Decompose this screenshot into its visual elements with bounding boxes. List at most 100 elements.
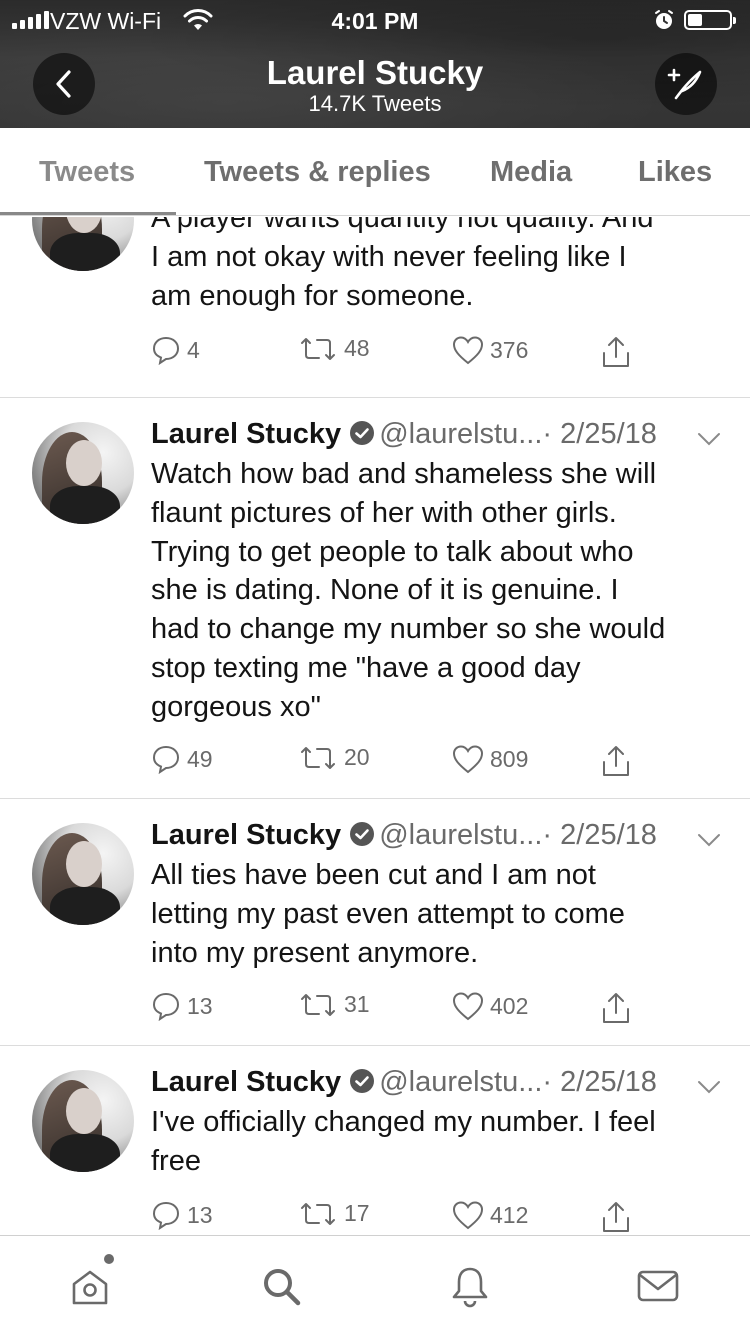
- bottom-tab-bar: [0, 1235, 750, 1334]
- reply-count: 13: [187, 992, 213, 1019]
- share-icon: [603, 746, 629, 776]
- avatar[interactable]: [32, 823, 134, 925]
- avatar[interactable]: [32, 1070, 134, 1172]
- tweet-count: 14.7K Tweets: [308, 91, 442, 116]
- alarm-clock-icon: [655, 10, 673, 29]
- like-count: 402: [490, 992, 529, 1019]
- author-name[interactable]: Laurel Stucky: [151, 1066, 341, 1098]
- search-icon[interactable]: [259, 1264, 303, 1308]
- messages-envelope-icon[interactable]: [636, 1264, 680, 1308]
- heart-icon: [452, 1201, 484, 1230]
- status-bar: VZW Wi-Fi 4:01 PM: [0, 0, 750, 40]
- profile-name-title: Laurel Stucky: [266, 54, 484, 91]
- compose-tweet-icon: [667, 68, 702, 100]
- retweet-icon: [301, 993, 335, 1016]
- tweet-actions: 13 17 412: [151, 1200, 711, 1235]
- tweet-item[interactable]: A player wants quantity not quality. And…: [0, 217, 750, 398]
- author-handle[interactable]: @laurelstu...: [379, 819, 542, 851]
- share-button[interactable]: [600, 1200, 632, 1234]
- reply-button[interactable]: 13: [151, 1200, 213, 1230]
- share-button[interactable]: [600, 744, 632, 778]
- reply-count: 49: [187, 745, 213, 772]
- reply-button[interactable]: 13: [151, 991, 213, 1021]
- retweet-button[interactable]: 20: [298, 744, 370, 771]
- author-handle[interactable]: @laurelstu...: [379, 418, 542, 450]
- tab-media[interactable]: Media: [490, 156, 572, 189]
- chevron-down-icon[interactable]: [697, 833, 721, 847]
- like-button[interactable]: 376: [452, 335, 528, 365]
- tweet-feed[interactable]: A player wants quantity not quality. And…: [0, 217, 750, 1235]
- reply-icon: [152, 336, 180, 365]
- heart-icon: [452, 336, 484, 365]
- share-icon: [603, 337, 629, 367]
- tweet-date: · 2/25/18: [542, 819, 657, 851]
- tweet-text: All ties have been cut and I am not lett…: [151, 859, 625, 969]
- like-button[interactable]: 412: [452, 1200, 528, 1230]
- tab-likes[interactable]: Likes: [638, 156, 712, 189]
- retweet-icon: [301, 1202, 335, 1225]
- verified-badge-icon: [350, 1069, 375, 1093]
- author-name[interactable]: Laurel Stucky: [151, 819, 341, 851]
- home-icon[interactable]: [68, 1264, 112, 1308]
- chevron-down-icon[interactable]: [697, 1080, 721, 1094]
- tweet-date: · 2/25/18: [542, 418, 657, 450]
- author-handle[interactable]: @laurelstu...: [379, 1066, 542, 1098]
- avatar[interactable]: [32, 217, 134, 271]
- tweet-item[interactable]: Laurel Stucky @laurelstu...· 2/25/18 All …: [0, 799, 750, 1046]
- retweet-count: 17: [344, 1200, 370, 1226]
- tweet-actions: 13 31 402: [151, 991, 711, 1027]
- like-count: 376: [490, 336, 529, 363]
- avatar[interactable]: [32, 422, 134, 524]
- verified-badge-icon: [350, 822, 375, 846]
- reply-count: 13: [187, 1201, 213, 1228]
- reply-icon: [152, 1201, 180, 1230]
- verified-badge-icon: [350, 421, 375, 445]
- reply-icon: [152, 992, 180, 1021]
- retweet-button[interactable]: 17: [298, 1200, 370, 1227]
- share-icon: [603, 1202, 629, 1232]
- tweet-header: Laurel Stucky @laurelstu...· 2/25/18: [151, 819, 657, 852]
- tweet-text: Watch how bad and shameless she will fla…: [151, 458, 666, 723]
- tweet-item[interactable]: Laurel Stucky @laurelstu...· 2/25/18 Watc…: [0, 398, 750, 799]
- reply-count: 4: [187, 336, 200, 363]
- retweet-count: 48: [344, 335, 370, 361]
- tab-tweets[interactable]: Tweets: [39, 156, 135, 189]
- reply-icon: [152, 745, 180, 774]
- profile-header: VZW Wi-Fi 4:01 PM Laurel Stucky 14.7K Tw…: [0, 0, 750, 128]
- tweet-actions: 49 20 809: [151, 744, 711, 780]
- notifications-bell-icon[interactable]: [448, 1264, 492, 1308]
- retweet-button[interactable]: 48: [298, 335, 370, 362]
- tweet-text: I've officially changed my number. I fee…: [151, 1106, 656, 1177]
- compose-tweet-button[interactable]: [655, 53, 717, 115]
- retweet-icon: [301, 337, 335, 360]
- reply-button[interactable]: 49: [151, 744, 213, 774]
- retweet-button[interactable]: 31: [298, 991, 370, 1018]
- like-count: 412: [490, 1201, 529, 1228]
- share-button[interactable]: [600, 991, 632, 1025]
- share-button[interactable]: [600, 335, 632, 369]
- retweet-count: 31: [344, 991, 370, 1017]
- profile-tabs: Tweets Tweets & replies Media Likes: [0, 128, 750, 216]
- heart-icon: [452, 745, 484, 774]
- chevron-down-icon[interactable]: [697, 432, 721, 446]
- like-button[interactable]: 402: [452, 991, 528, 1021]
- battery-icon: [684, 10, 736, 30]
- tweet-header: Laurel Stucky @laurelstu...· 2/25/18: [151, 418, 657, 451]
- tweet-header: Laurel Stucky @laurelstu...· 2/25/18: [151, 1066, 657, 1099]
- share-icon: [603, 993, 629, 1023]
- like-count: 809: [490, 745, 529, 772]
- tweet-date: · 2/25/18: [542, 1066, 657, 1098]
- tweet-actions: 4 48 376: [151, 335, 711, 371]
- new-tweets-dot: [104, 1254, 114, 1264]
- retweet-icon: [301, 746, 335, 769]
- retweet-count: 20: [344, 744, 370, 770]
- reply-button[interactable]: 4: [151, 335, 200, 365]
- like-button[interactable]: 809: [452, 744, 528, 774]
- heart-icon: [452, 992, 484, 1021]
- status-time: 4:01 PM: [331, 8, 419, 34]
- active-tab-indicator: [0, 212, 176, 215]
- author-name[interactable]: Laurel Stucky: [151, 418, 341, 450]
- tweet-text: A player wants quantity not quality. And…: [151, 217, 654, 312]
- tab-tweets-and-replies[interactable]: Tweets & replies: [204, 156, 431, 189]
- tweet-item[interactable]: Laurel Stucky @laurelstu...· 2/25/18 I've…: [0, 1046, 750, 1235]
